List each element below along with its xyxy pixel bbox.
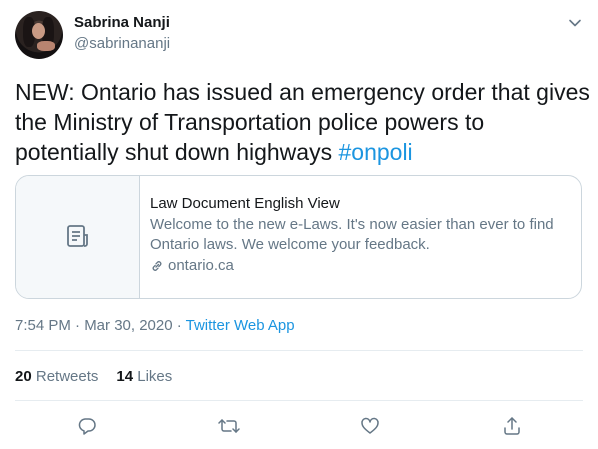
likes-count: 14 bbox=[116, 368, 134, 385]
retweets-count: 20 bbox=[15, 368, 32, 385]
reply-icon[interactable] bbox=[74, 413, 100, 439]
document-icon bbox=[65, 223, 91, 254]
like-icon[interactable] bbox=[357, 413, 383, 439]
action-bar bbox=[0, 413, 598, 439]
chevron-down-icon[interactable] bbox=[566, 14, 584, 32]
card-body: Law Document English View Welcome to the… bbox=[140, 176, 560, 298]
link-icon bbox=[152, 261, 162, 271]
retweets-label: Retweets bbox=[35, 368, 99, 385]
retweet-icon[interactable] bbox=[216, 413, 242, 439]
share-icon[interactable] bbox=[499, 413, 525, 439]
source-link[interactable]: Twitter Web App bbox=[186, 317, 295, 334]
timestamp[interactable]: 7:54 PM · Mar 30, 2020 · bbox=[15, 317, 186, 334]
retweets-stat[interactable]: 20 Retweets bbox=[15, 368, 98, 385]
tweet-body: NEW: Ontario has issued an emergency ord… bbox=[15, 79, 590, 165]
card-title: Law Document English View bbox=[150, 195, 340, 212]
divider bbox=[15, 400, 583, 401]
author-display-name[interactable]: Sabrina Nanji bbox=[74, 14, 170, 31]
likes-label: Likes bbox=[137, 368, 173, 385]
divider bbox=[15, 350, 583, 351]
tweet-text: NEW: Ontario has issued an emergency ord… bbox=[15, 77, 590, 167]
tweet-stats: 20 Retweets 14 Likes bbox=[15, 368, 172, 385]
tweet: Sabrina Nanji @sabrinananji NEW: Ontario… bbox=[0, 0, 598, 449]
card-description: Welcome to the new e-Laws. It's now easi… bbox=[150, 216, 554, 253]
link-card[interactable]: Law Document English View Welcome to the… bbox=[15, 175, 582, 299]
avatar[interactable] bbox=[15, 11, 63, 59]
tweet-meta: 7:54 PM · Mar 30, 2020 · Twitter Web App bbox=[15, 317, 295, 334]
card-domain: ontario.ca bbox=[150, 256, 560, 276]
card-domain-text: ontario.ca bbox=[168, 257, 234, 274]
likes-stat[interactable]: 14 Likes bbox=[116, 368, 172, 385]
card-thumbnail bbox=[16, 176, 140, 298]
hashtag-link[interactable]: #onpoli bbox=[338, 139, 412, 165]
author-handle[interactable]: @sabrinananji bbox=[74, 35, 170, 52]
